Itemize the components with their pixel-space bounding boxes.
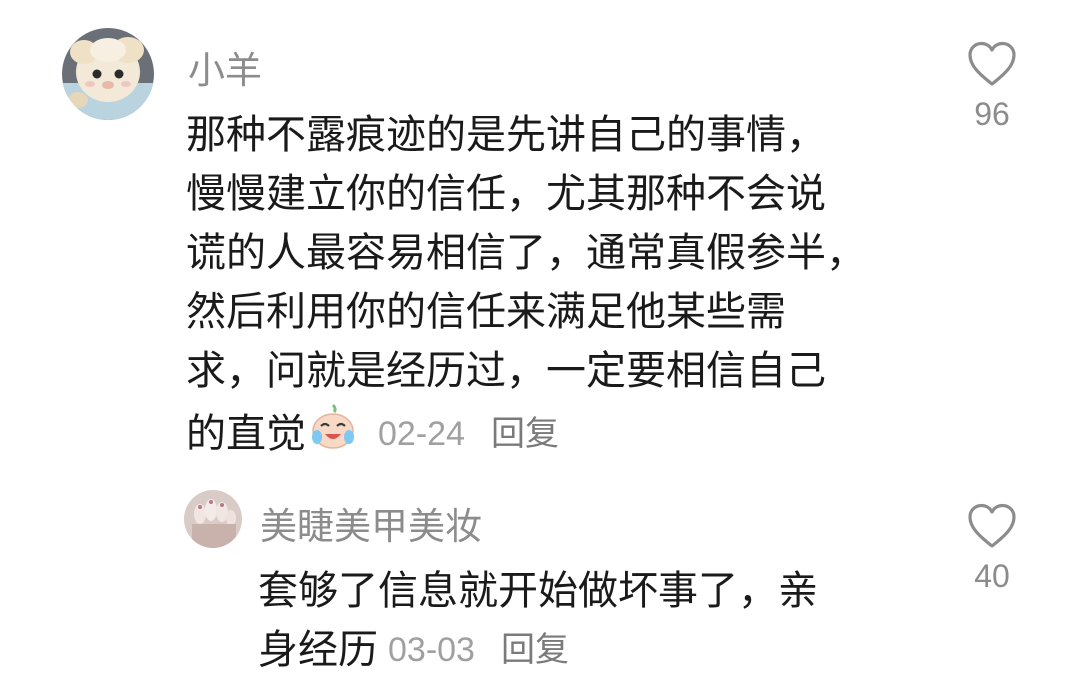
comment-line: 慢慢建立你的信任，尤其那种不会说 [186,171,826,217]
plush-toy-avatar-icon [62,28,154,120]
reply-button[interactable]: 回复 [491,405,559,464]
heart-icon [966,502,1018,550]
heart-icon [966,40,1018,88]
comment-line: 那种不露痕迹的是先讲自己的事情， [186,112,826,158]
comment-text: 套够了信息就开始做坏事了，亲 身经历 03-03 回复 [258,562,898,680]
manicure-nails-avatar-icon [184,490,242,548]
crying-laughing-face-icon [308,401,358,468]
reply-button[interactable]: 回复 [501,621,569,680]
comment-text: 那种不露痕迹的是先讲自己的事情， 慢慢建立你的信任，尤其那种不会说 谎的人最容易… [186,106,926,468]
comment-line: 然后利用你的信任来满足他某些需 [186,289,786,335]
comment-last-line: 的直觉 02-24 回复 [186,401,926,468]
like-button[interactable]: 40 [964,502,1020,595]
username[interactable]: 小羊 [188,40,262,94]
like-button[interactable]: 96 [964,40,1020,133]
avatar[interactable] [62,28,154,120]
comment-line: 套够了信息就开始做坏事了，亲 [258,568,818,614]
like-count: 40 [974,558,1010,594]
username[interactable]: 美睫美甲美妆 [260,496,482,550]
comment-line: 的直觉 [186,411,306,457]
comment-last-line: 身经历 03-03 回复 [258,621,898,680]
like-count: 96 [974,96,1010,132]
comment-line: 求，问就是经历过，一定要相信自己 [186,348,826,394]
comment-date: 03-03 [388,631,475,669]
comment-line: 身经历 [258,627,378,673]
avatar[interactable] [184,490,242,548]
comment-line: 谎的人最容易相信了，通常真假参半， [186,230,866,276]
comment-date: 02-24 [378,415,465,453]
